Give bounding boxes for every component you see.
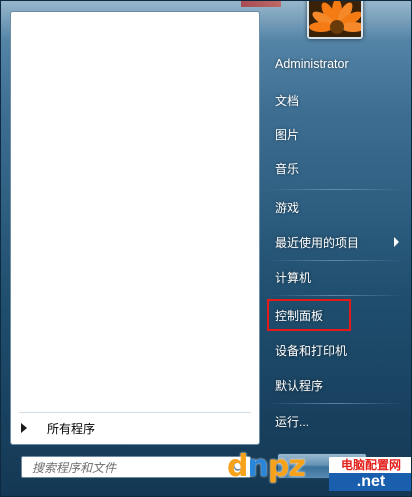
flower-user-picture-icon: [309, 1, 361, 37]
watermark-logo: dnpz: [227, 449, 306, 484]
right-separator: [267, 189, 403, 190]
right-item-pictures[interactable]: 图片: [263, 119, 409, 149]
right-item-label: 设备和打印机: [275, 343, 348, 358]
right-item-run[interactable]: 运行...: [263, 406, 409, 436]
right-item-label: 图片: [275, 127, 300, 142]
right-item-computer[interactable]: 计算机: [263, 262, 409, 292]
programs-pane: 所有程序: [10, 11, 260, 445]
user-name-link[interactable]: Administrator: [263, 49, 409, 79]
highlight-annotation: [267, 299, 351, 331]
submenu-arrow-icon: [394, 237, 399, 247]
right-item-default-programs[interactable]: 默认程序: [263, 370, 409, 400]
right-item-label: 计算机: [275, 270, 312, 285]
right-item-documents[interactable]: 文档: [263, 85, 409, 115]
watermark-logo-mid: n: [247, 449, 268, 484]
user-picture[interactable]: [307, 1, 363, 39]
right-item-label: 游戏: [275, 200, 300, 215]
watermark-domain: .net: [329, 473, 411, 491]
background-artifact: [241, 1, 281, 7]
right-item-label: 最近使用的项目: [275, 235, 360, 250]
right-item-label: 默认程序: [275, 378, 324, 393]
start-menu: 所有程序 搜索程序和文件 Administrator 文档 图片 音乐 游戏 最…: [0, 0, 412, 497]
watermark-badge: 电脑配置网: [329, 457, 411, 474]
right-item-music[interactable]: 音乐: [263, 153, 409, 183]
all-programs-label: 所有程序: [47, 421, 96, 436]
right-item-games[interactable]: 游戏: [263, 192, 409, 222]
right-item-label: 运行...: [275, 414, 310, 429]
user-name-label: Administrator: [275, 57, 349, 71]
search-placeholder: 搜索程序和文件: [32, 460, 117, 475]
right-item-devices-printers[interactable]: 设备和打印机: [263, 335, 409, 365]
right-item-label: 文档: [275, 93, 300, 108]
right-item-label: 音乐: [275, 161, 300, 176]
right-item-recent-items[interactable]: 最近使用的项目: [263, 227, 409, 257]
site-watermark: dnpz 电脑配置网 .net: [207, 437, 411, 496]
programs-separator: [19, 412, 251, 413]
watermark-logo-left: d: [227, 449, 249, 484]
right-separator: [267, 260, 403, 261]
watermark-logo-right: pz: [267, 449, 306, 484]
right-separator: [267, 403, 403, 404]
right-separator: [267, 295, 403, 296]
triangle-right-icon: [21, 423, 27, 433]
